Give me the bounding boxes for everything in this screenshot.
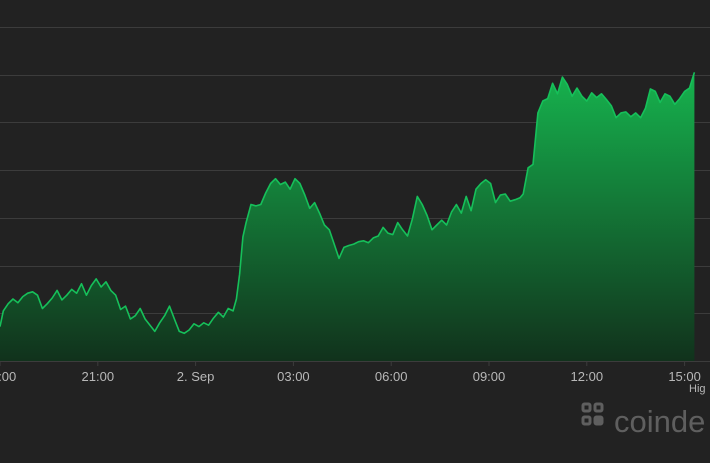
x-tick-label-2: 2. Sep	[177, 369, 215, 384]
area-layer	[0, 72, 696, 362]
chart-svg: 18:00 21:00 2. Sep 03:00 06:00 09:00 12:00 15:0…	[0, 27, 710, 439]
watermark: coinde	[581, 402, 705, 439]
x-tick-label-3: 03:00	[277, 369, 310, 384]
x-axis: 18:00 21:00 2. Sep 03:00 06:00 09:00 12:00 15:0…	[0, 361, 710, 384]
coindesk-logo-icon	[581, 402, 604, 426]
price-chart: 18:00 21:00 2. Sep 03:00 06:00 09:00 12:00 15:0…	[0, 0, 710, 458]
x-tick-label-7: 15:00	[668, 369, 701, 384]
watermark-text: coinde	[614, 404, 705, 439]
x-tick-label-1: 21:00	[82, 369, 115, 384]
x-tick-label-5: 09:00	[473, 369, 506, 384]
x-tick-label-4: 06:00	[375, 369, 408, 384]
price-area	[0, 72, 695, 362]
x-tick-label-0: 18:00	[0, 369, 16, 384]
truncated-label: Hig	[689, 383, 706, 395]
x-tick-label-6: 12:00	[571, 369, 604, 384]
